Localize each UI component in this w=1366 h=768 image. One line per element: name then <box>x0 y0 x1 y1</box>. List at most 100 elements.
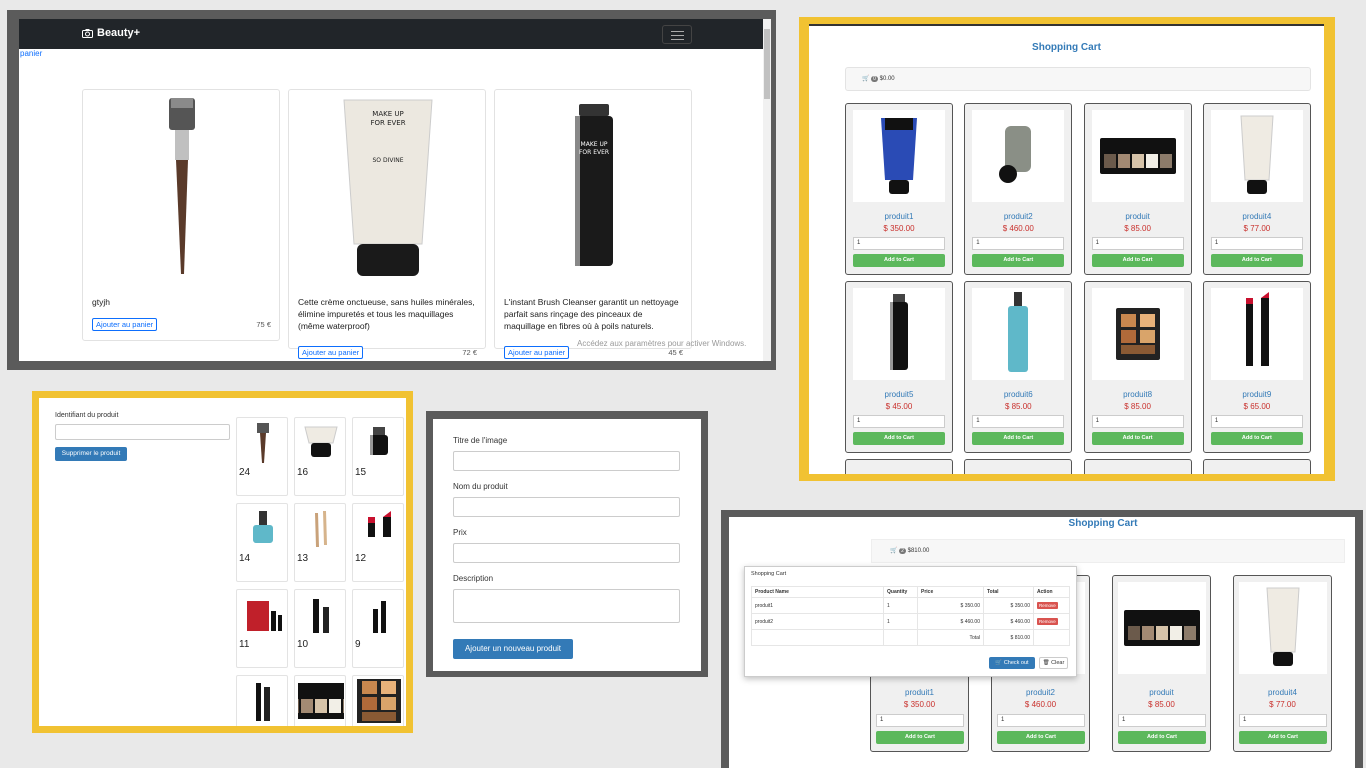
add-to-cart-button[interactable]: Add to Cart <box>997 731 1085 744</box>
product-tile[interactable]: 15 <box>352 417 404 496</box>
product-name[interactable]: produit2 <box>965 212 1071 221</box>
add-to-cart-button[interactable]: Add to Cart <box>853 254 945 267</box>
quantity-input[interactable]: 1 <box>972 237 1065 250</box>
add-to-cart-button[interactable]: Add to Cart <box>876 731 964 744</box>
remove-button[interactable]: Remove <box>1037 602 1058 609</box>
cell-name: produit1 <box>751 597 884 614</box>
quantity-input[interactable]: 1 <box>876 714 964 727</box>
remove-button[interactable]: Remove <box>1037 618 1058 625</box>
product-title: gtyjh <box>92 297 110 307</box>
add-to-panier-button[interactable]: Ajouter au panier <box>92 318 158 331</box>
product-image <box>972 288 1065 380</box>
menu-toggle-button[interactable] <box>662 25 692 44</box>
product-tile[interactable]: 24 <box>236 417 288 496</box>
cell-total: $ 460.00 <box>983 613 1034 630</box>
cart-summary-bar[interactable]: 🛒 2 $810.00 <box>871 539 1345 563</box>
product-thumbnail <box>240 679 284 723</box>
scrollbar[interactable] <box>763 19 771 361</box>
add-product-button[interactable]: Ajouter un nouveau produit <box>453 639 573 659</box>
product-name[interactable]: produit8 <box>1085 390 1191 399</box>
quantity-input[interactable]: 1 <box>1239 714 1327 727</box>
add-to-cart-button[interactable]: Add to Cart <box>1091 254 1184 267</box>
panier-link[interactable]: panier <box>19 49 771 59</box>
svg-text:FOR EVER: FOR EVER <box>370 119 405 127</box>
checkout-button[interactable]: 🛒 Check out <box>989 657 1035 669</box>
product-name[interactable]: produit4 <box>1204 212 1310 221</box>
column-header: Quantity <box>883 586 918 598</box>
product-name[interactable]: produit6 <box>965 390 1071 399</box>
image-title-input[interactable] <box>453 451 680 471</box>
product-image <box>1210 110 1303 202</box>
quantity-input[interactable]: 1 <box>1091 415 1184 428</box>
product-id: 14 <box>239 553 251 564</box>
product-id: 11 <box>239 639 250 650</box>
product-thumbnail <box>356 675 401 726</box>
quantity-input[interactable]: 1 <box>972 415 1065 428</box>
cart-grid-panel: Shopping Cart 🛒 0 $0.00 produit1 $ 350.0… <box>799 17 1335 481</box>
add-to-cart-button[interactable]: Add to Cart <box>1239 731 1327 744</box>
add-to-cart-button[interactable]: Add to Cart <box>972 432 1065 445</box>
cart-summary-bar[interactable]: 🛒 0 $0.00 <box>845 67 1311 91</box>
product-name[interactable]: produit1 <box>846 212 952 221</box>
product-tile[interactable]: 14 <box>236 503 288 582</box>
add-to-cart-button[interactable]: Add to Cart <box>972 254 1065 267</box>
product-name[interactable]: produit <box>1113 688 1210 697</box>
column-header: Product Name <box>751 586 884 598</box>
quantity-input[interactable]: 1 <box>997 714 1085 727</box>
add-to-cart-button[interactable]: Add to Cart <box>1210 432 1303 445</box>
product-tile[interactable]: 12 <box>352 503 404 582</box>
product-name[interactable]: produit1 <box>871 688 968 697</box>
delete-product-button[interactable]: Supprimer le produit <box>55 447 127 461</box>
product-name[interactable]: produit4 <box>1234 688 1331 697</box>
cart-icon: 🛒 <box>890 548 898 554</box>
product-price: $ 65.00 <box>1243 402 1271 411</box>
add-to-panier-button[interactable]: Ajouter au panier <box>504 346 570 359</box>
product-tile[interactable]: 16 <box>294 417 346 496</box>
navbar: Beauty+ <box>19 19 771 49</box>
product-name[interactable]: produit9 <box>1204 390 1310 399</box>
price-input[interactable] <box>453 543 680 563</box>
product-thumbnail <box>298 507 342 551</box>
product-thumbnail <box>356 593 400 637</box>
scrollbar-thumb[interactable] <box>764 29 770 99</box>
product-tile[interactable]: 9 <box>352 589 404 668</box>
quantity-input[interactable]: 1 <box>853 415 945 428</box>
add-to-cart-button[interactable]: Add to Cart <box>1091 432 1184 445</box>
quantity-input[interactable]: 1 <box>1118 714 1206 727</box>
product-tile[interactable] <box>236 675 288 726</box>
product-card: produit4 $ 77.00 1 Add to Cart <box>1233 575 1332 752</box>
quantity-input[interactable]: 1 <box>1210 237 1303 250</box>
product-thumbnail <box>298 421 342 465</box>
product-name[interactable]: produit2 <box>992 688 1089 697</box>
description-textarea[interactable] <box>453 589 680 623</box>
quantity-input[interactable]: 1 <box>1210 415 1303 428</box>
product-name[interactable]: produit5 <box>846 390 952 399</box>
product-name[interactable]: produit <box>1085 212 1191 221</box>
product-price: $ 460.00 <box>1002 224 1034 233</box>
add-to-panier-button[interactable]: Ajouter au panier <box>298 346 364 359</box>
product-description: L'instant Brush Cleanser garantit un net… <box>504 297 679 331</box>
quantity-input[interactable]: 1 <box>1091 237 1184 250</box>
product-tile[interactable]: 11 <box>236 589 288 668</box>
brand[interactable]: Beauty+ <box>82 27 140 39</box>
product-card: produit1 $ 350.00 1 Add to Cart <box>845 103 953 275</box>
product-tile[interactable] <box>352 675 404 726</box>
product-image <box>1091 288 1184 380</box>
add-to-cart-button[interactable]: Add to Cart <box>1118 731 1206 744</box>
product-card: produit $ 85.00 1 Add to Cart <box>1083 103 1192 275</box>
hamburger-icon <box>671 39 684 40</box>
column-header: Action <box>1033 586 1070 598</box>
product-tile[interactable]: 13 <box>294 503 346 582</box>
add-to-cart-button[interactable]: Add to Cart <box>1210 254 1303 267</box>
delete-product-panel: Identifiant du produit Supprimer le prod… <box>32 391 413 733</box>
product-tile[interactable] <box>283 675 359 726</box>
add-to-cart-button[interactable]: Add to Cart <box>853 432 945 445</box>
product-id-input[interactable] <box>55 424 230 440</box>
product-name-input[interactable] <box>453 497 680 517</box>
cell-quantity: 1 <box>883 597 918 614</box>
product-tile[interactable]: 10 <box>294 589 346 668</box>
clear-button[interactable]: 🗑 Clear <box>1039 657 1068 669</box>
product-thumbnail <box>283 679 359 723</box>
product-description: Cette crème onctueuse, sans huiles minér… <box>298 297 475 331</box>
quantity-input[interactable]: 1 <box>853 237 945 250</box>
